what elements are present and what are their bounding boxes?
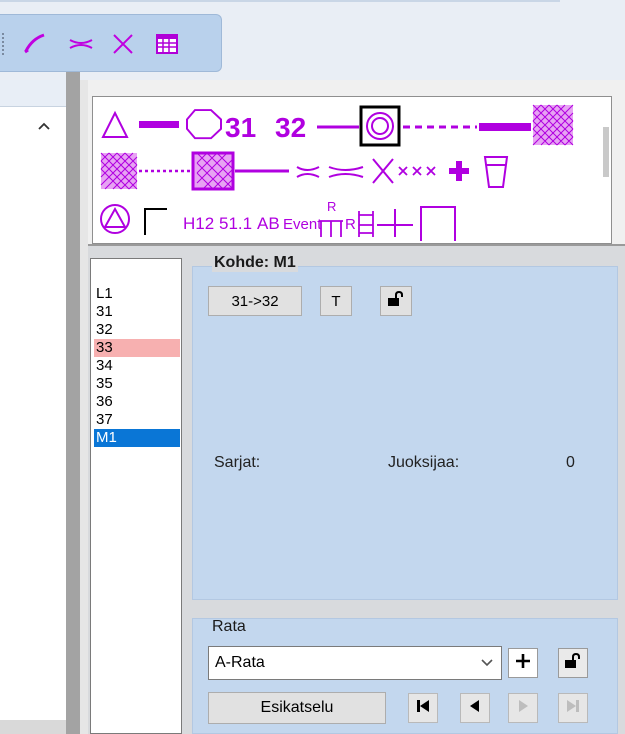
first-aid-icon xyxy=(449,161,469,181)
table-icon[interactable] xyxy=(150,27,184,61)
cup-icon xyxy=(483,156,509,188)
course-select[interactable]: A-Rata xyxy=(208,646,502,680)
skip-first-icon xyxy=(415,699,431,718)
toolbar-accent-line xyxy=(0,0,560,2)
t-button[interactable]: T xyxy=(320,286,352,316)
list-item[interactable]: 35 xyxy=(94,375,180,393)
plus-line-icon xyxy=(377,209,413,237)
left-pane xyxy=(0,80,66,734)
rata-title: Rata xyxy=(212,618,246,635)
chevron-up-icon[interactable] xyxy=(34,118,54,134)
triangle-icon xyxy=(101,110,129,138)
svg-text:R: R xyxy=(345,216,356,233)
hatched-area-icon xyxy=(532,104,574,146)
unlock-icon xyxy=(387,290,405,311)
control-31-label: 31 xyxy=(225,112,256,143)
list-item[interactable]: 31 xyxy=(94,303,180,321)
juoksijaa-label: Juoksijaa: xyxy=(388,454,460,471)
add-course-button[interactable] xyxy=(508,648,538,678)
code-51-1-label: 51.1 xyxy=(219,214,252,233)
crossing-point-icon xyxy=(296,166,320,178)
list-item[interactable]: 36 xyxy=(94,393,180,411)
cross-icon[interactable] xyxy=(106,27,140,61)
left-pane-divider xyxy=(0,106,66,107)
concentric-circles-icon xyxy=(359,105,401,147)
octagon-icon xyxy=(186,109,222,140)
left-pane-scrollbar[interactable] xyxy=(0,720,66,734)
crossing-icon[interactable] xyxy=(64,27,98,61)
triple-cross-icon xyxy=(398,166,436,176)
hatched-square-icon xyxy=(100,152,138,190)
last-button[interactable] xyxy=(558,693,588,723)
list-item-selected[interactable]: M1 xyxy=(94,429,180,447)
symbol-palette: 31 32 H12 51.1 AB Event R R xyxy=(92,96,612,244)
list-item[interactable]: 34 xyxy=(94,357,180,375)
list-item-warning[interactable]: 33 xyxy=(94,339,180,357)
juoksijaa-count: 0 xyxy=(566,454,575,471)
corner-icon xyxy=(144,208,167,235)
kohde-group xyxy=(192,266,618,600)
list-item[interactable]: 32 xyxy=(94,321,180,339)
unlock-button[interactable] xyxy=(380,286,412,316)
previous-button[interactable] xyxy=(460,693,490,723)
kohde-title: Kohde: M1 xyxy=(212,254,298,272)
r-ladder-icon: R xyxy=(345,211,374,237)
wide-crossing-icon xyxy=(328,166,364,178)
list-item[interactable]: L1 xyxy=(94,285,180,303)
previous-icon xyxy=(468,699,482,718)
left-pane-header xyxy=(0,80,66,106)
next-button[interactable] xyxy=(508,693,538,723)
thick-line-icon xyxy=(479,123,531,131)
event-label: Event xyxy=(283,216,322,233)
ab-label: AB xyxy=(257,214,280,233)
content-area: 31 32 H12 51.1 AB Event R R L1 31 32 33 … xyxy=(88,80,625,734)
unlock-icon xyxy=(564,652,582,674)
skip-last-icon xyxy=(565,699,581,718)
plus-icon xyxy=(514,652,532,675)
control-32-label: 32 xyxy=(275,112,306,143)
toolbar-strip xyxy=(0,0,625,80)
line-draw-icon[interactable] xyxy=(18,27,52,61)
drawing-toolbar xyxy=(0,14,222,72)
chevron-down-icon[interactable] xyxy=(477,647,497,679)
bar-icon xyxy=(139,121,179,128)
cross-icon-palette xyxy=(372,158,394,184)
rectangle-icon xyxy=(420,206,456,241)
pane-splitter-edge xyxy=(80,80,88,734)
control-list[interactable]: L1 31 32 33 34 35 36 37 M1 xyxy=(90,258,182,734)
list-item[interactable]: 37 xyxy=(94,411,180,429)
svg-text:R: R xyxy=(327,199,336,214)
h12-label: H12 xyxy=(183,214,214,233)
first-button[interactable] xyxy=(408,693,438,723)
pane-splitter[interactable] xyxy=(66,72,80,734)
r-table-icon: R xyxy=(319,199,343,237)
framed-hatched-icon xyxy=(191,151,235,191)
toolbar-grip[interactable] xyxy=(2,33,6,55)
symbol-palette-grid[interactable]: 31 32 H12 51.1 AB Event R R xyxy=(93,97,613,245)
sarjat-label: Sarjat: xyxy=(214,454,261,471)
palette-scrollbar[interactable] xyxy=(603,127,609,177)
course-select-value: A-Rata xyxy=(215,654,265,671)
circle-triangle-icon xyxy=(100,204,130,234)
lock-course-button[interactable] xyxy=(558,648,588,678)
next-icon xyxy=(516,699,530,718)
swap-controls-button[interactable]: 31->32 xyxy=(208,286,302,316)
lower-panel: L1 31 32 33 34 35 36 37 M1 Kohde: M1 31-… xyxy=(88,246,625,734)
preview-button[interactable]: Esikatselu xyxy=(208,692,386,724)
